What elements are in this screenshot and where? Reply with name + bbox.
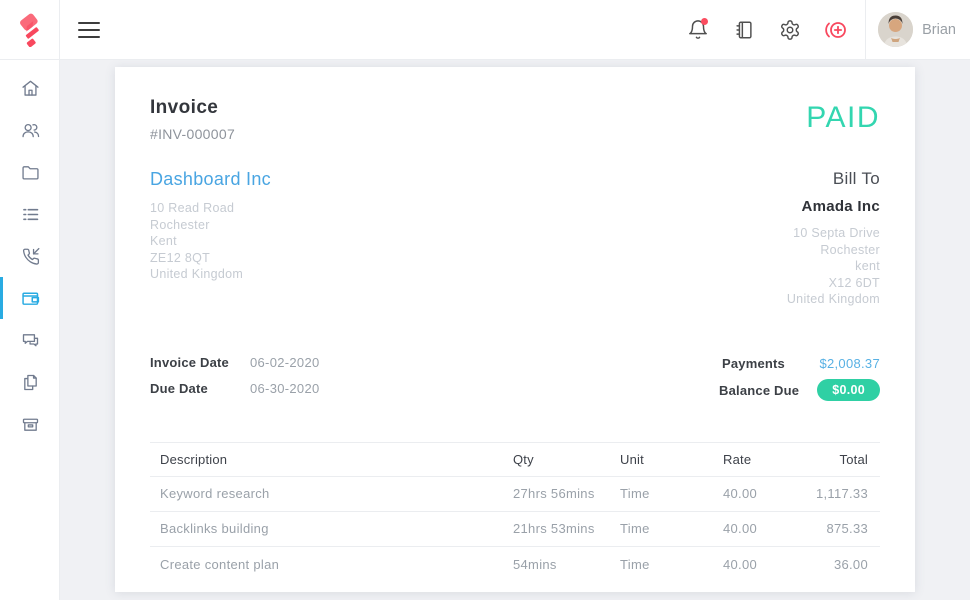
balance-due-label: Balance Due [719, 383, 799, 398]
due-date-value: 06-30-2020 [250, 381, 320, 396]
list-icon [20, 204, 41, 225]
col-rate: Rate [723, 452, 803, 467]
sidebar-item-calls[interactable] [0, 235, 60, 277]
payments-label: Payments [722, 356, 785, 371]
sender-address: 10 Read Road Rochester Kent ZE12 8QT Uni… [150, 200, 271, 283]
recipient-company: Amada Inc [787, 198, 880, 215]
menu-toggle-button[interactable] [69, 10, 109, 50]
table-row: Keyword research 27hrs 56mins Time 40.00… [150, 477, 880, 512]
sender-block: Dashboard Inc 10 Read Road Rochester Ken… [150, 169, 271, 308]
user-name: Brian [922, 22, 956, 38]
folder-icon [20, 162, 41, 183]
sidebar [0, 60, 60, 600]
bill-to-block: Bill To Amada Inc 10 Septa Drive Rochest… [787, 169, 880, 308]
dates-block: Invoice Date 06-02-2020 Due Date 06-30-2… [150, 350, 320, 404]
table-row: Backlinks building 21hrs 53mins Time 40.… [150, 512, 880, 547]
settings-gear-icon[interactable] [775, 15, 805, 45]
sidebar-item-chat[interactable] [0, 319, 60, 361]
due-date-label: Due Date [150, 381, 250, 396]
home-icon [20, 78, 41, 99]
archive-box-icon [20, 414, 41, 435]
sidebar-item-tasks[interactable] [0, 193, 60, 235]
quick-add-icon[interactable] [821, 15, 851, 45]
notifications-bell-icon[interactable] [683, 15, 713, 45]
invoice-card: Invoice #INV-000007 PAID Dashboard Inc 1… [115, 67, 915, 592]
sidebar-item-archive[interactable] [0, 403, 60, 445]
balance-due-badge: $0.00 [817, 379, 880, 401]
notification-dot [701, 18, 708, 25]
sidebar-item-contacts[interactable] [0, 109, 60, 151]
avatar [878, 12, 913, 47]
sidebar-item-home[interactable] [0, 67, 60, 109]
contacts-book-icon[interactable] [729, 15, 759, 45]
col-total: Total [803, 452, 880, 467]
top-bar: Brian [0, 0, 970, 60]
wallet-icon [20, 288, 41, 309]
main-content: Invoice #INV-000007 PAID Dashboard Inc 1… [60, 60, 970, 600]
col-qty: Qty [513, 452, 620, 467]
user-menu[interactable]: Brian [865, 0, 970, 60]
recipient-address: 10 Septa Drive Rochester kent X12 6DT Un… [787, 225, 880, 308]
chat-bubbles-icon [20, 330, 41, 351]
sidebar-item-projects[interactable] [0, 151, 60, 193]
table-row: Create content plan 54mins Time 40.00 36… [150, 547, 880, 582]
brand-logo-icon [13, 13, 47, 47]
sender-company-link[interactable]: Dashboard Inc [150, 169, 271, 190]
sidebar-item-invoices[interactable] [0, 277, 60, 319]
status-paid: PAID [806, 103, 880, 133]
payments-value[interactable]: $2,008.37 [785, 356, 880, 371]
col-unit: Unit [620, 452, 723, 467]
sidebar-item-documents[interactable] [0, 361, 60, 403]
invoice-date-label: Invoice Date [150, 355, 250, 370]
app-logo[interactable] [0, 0, 60, 60]
documents-icon [20, 372, 41, 393]
invoice-number: #INV-000007 [150, 126, 235, 142]
phone-incoming-icon [20, 246, 41, 267]
bill-to-label: Bill To [787, 169, 880, 189]
col-description: Description [150, 452, 513, 467]
invoice-title: Invoice [150, 97, 235, 119]
payments-block: Payments $2,008.37 Balance Due $0.00 [719, 350, 880, 404]
table-header-row: Description Qty Unit Rate Total [150, 442, 880, 477]
users-icon [20, 120, 41, 141]
invoice-date-value: 06-02-2020 [250, 355, 320, 370]
line-items-table: Description Qty Unit Rate Total Keyword … [150, 442, 880, 582]
